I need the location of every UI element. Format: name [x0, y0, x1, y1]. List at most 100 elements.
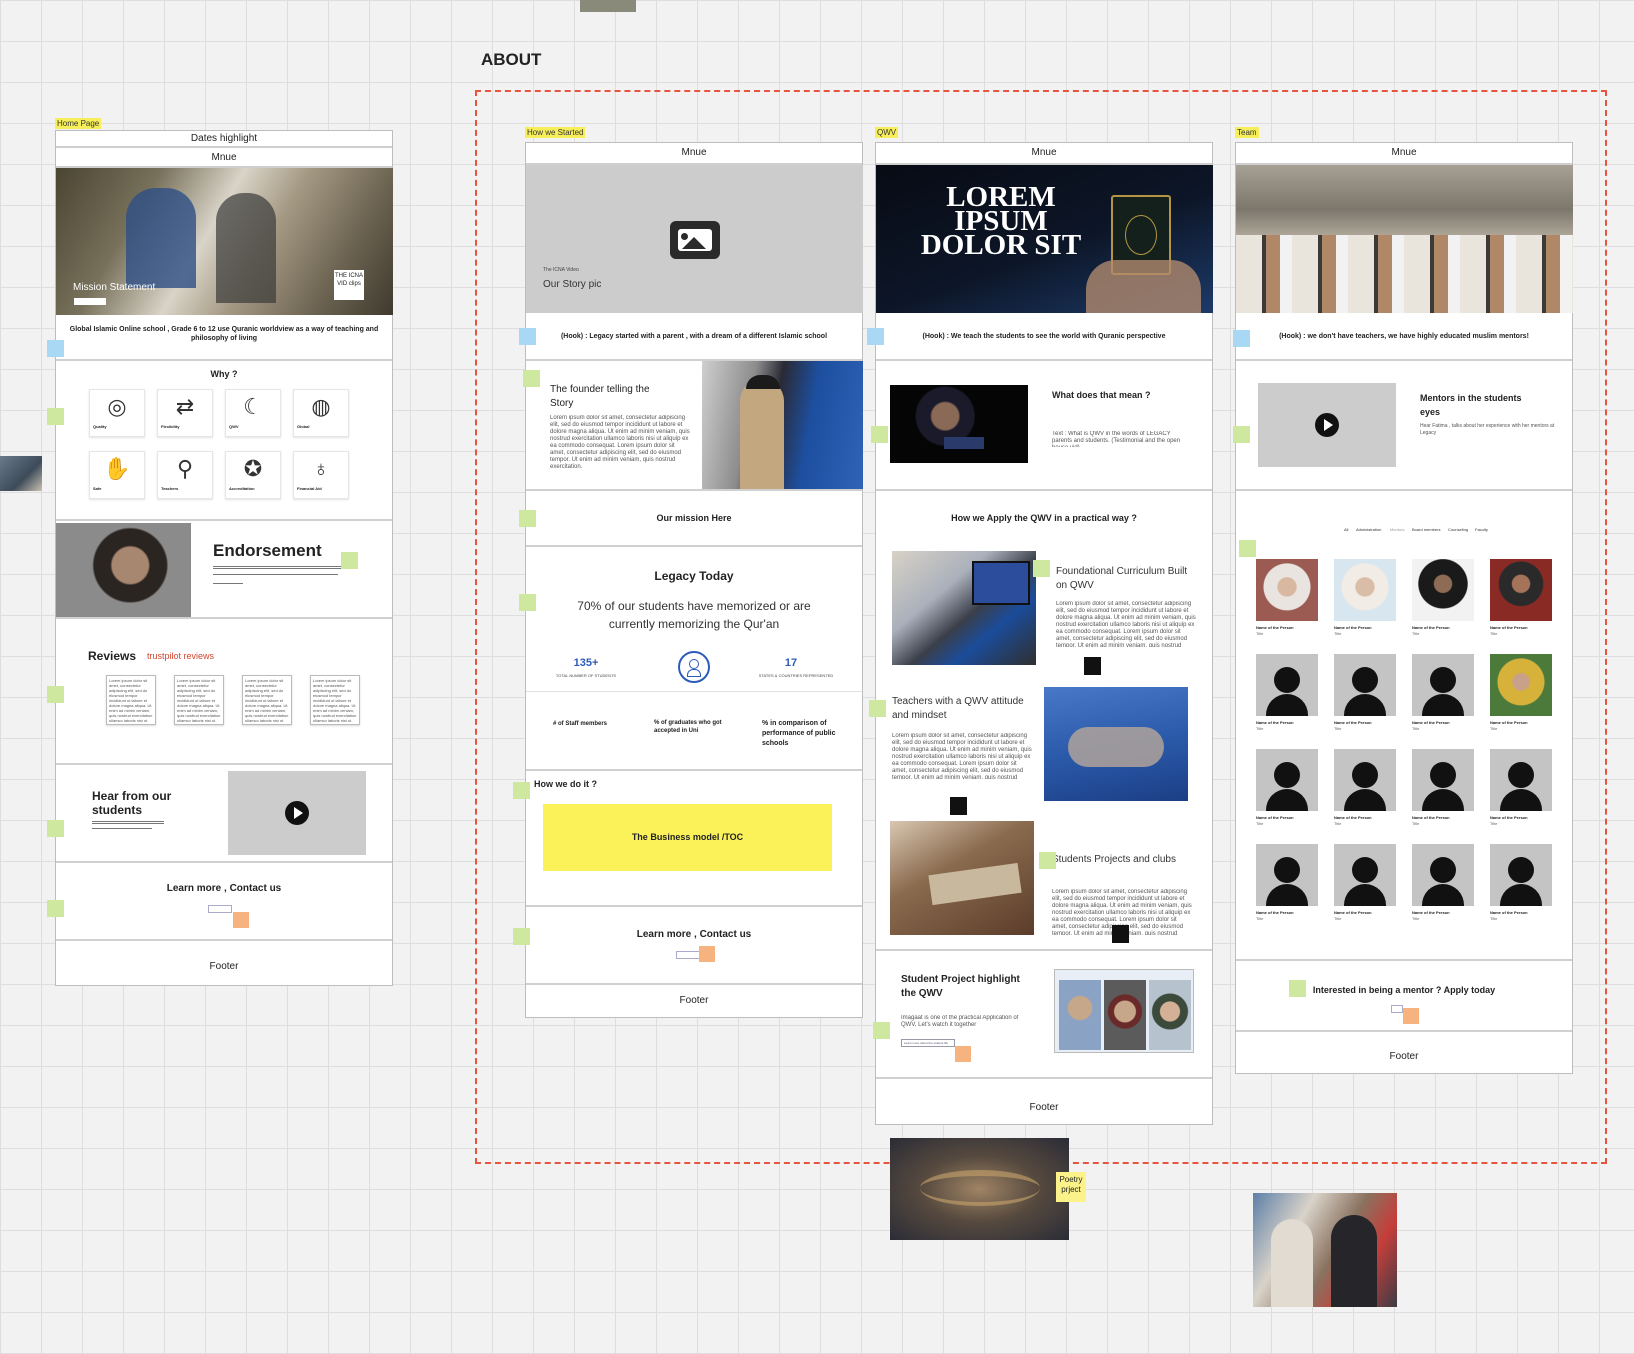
review-card[interactable]: Lorem ipsum dolor sit amet, consectetur …	[242, 675, 292, 725]
person-placeholder-icon[interactable]	[1490, 749, 1552, 811]
sticky-note[interactable]	[513, 928, 530, 945]
sticky-note[interactable]	[871, 426, 888, 443]
person-photo[interactable]	[1412, 559, 1474, 621]
feature-card[interactable]: ◍ Global	[293, 389, 349, 437]
staff-stat: # of Staff members	[553, 721, 608, 727]
people-photo[interactable]	[1253, 1193, 1397, 1307]
filter-tab[interactable]: Faculty	[1475, 527, 1488, 532]
legacy-title: Legacy Today	[654, 569, 734, 583]
review-card[interactable]: Lorem ipsum dolor sit amet, consectetur …	[310, 675, 360, 725]
person-placeholder-icon[interactable]	[1412, 844, 1474, 906]
menu-bar[interactable]: Mnue	[1236, 143, 1572, 165]
mentors-title: Mentors in the students eyes	[1420, 393, 1522, 417]
feature-card[interactable]: ⇄ Flexibility	[157, 389, 213, 437]
person-placeholder-icon[interactable]	[1334, 749, 1396, 811]
calligraphy-image[interactable]	[890, 1138, 1069, 1240]
contact-button[interactable]	[676, 951, 700, 959]
person-placeholder-icon[interactable]	[1334, 844, 1396, 906]
filter-tab[interactable]: Administration	[1356, 527, 1381, 532]
sticky-note[interactable]	[47, 340, 64, 357]
learn-more-text[interactable]: Learn more , Contact us	[526, 929, 862, 940]
foundational-body: Lorem ipsum dolor sit amet, consectetur …	[1056, 601, 1196, 647]
hear-from-students-section: Hear from our students	[56, 765, 392, 863]
cut-image[interactable]	[580, 0, 636, 12]
play-icon[interactable]	[1315, 413, 1339, 437]
filter-tab[interactable]: All	[1344, 527, 1348, 532]
sticky-note[interactable]	[873, 1022, 890, 1039]
feature-card[interactable]: ☾ QWV	[225, 389, 281, 437]
person-photo[interactable]	[1334, 559, 1396, 621]
sticky-note[interactable]	[1403, 1008, 1419, 1024]
sticky-note[interactable]	[47, 820, 64, 837]
learn-more-button[interactable]: Learn more about the student life	[901, 1039, 955, 1047]
video-placeholder[interactable]	[228, 771, 366, 855]
filter-tab[interactable]: Mentors	[1390, 527, 1404, 532]
trustpilot-link[interactable]: trustpilot reviews	[147, 651, 214, 661]
menu-bar[interactable]: Mnue	[526, 143, 862, 165]
apply-text[interactable]: Interested in being a mentor ? Apply tod…	[1236, 985, 1572, 995]
thumbnail-image[interactable]	[0, 456, 42, 491]
sticky-note[interactable]	[47, 408, 64, 425]
contact-button[interactable]	[208, 905, 232, 913]
feature-label: Accreditation	[229, 486, 255, 491]
sticky-note[interactable]	[869, 700, 886, 717]
video-call-photo[interactable]	[1054, 969, 1194, 1053]
sticky-note[interactable]	[233, 912, 249, 928]
person-photo[interactable]	[1256, 559, 1318, 621]
mentor-video-placeholder[interactable]	[1258, 383, 1396, 467]
sticky-note[interactable]	[955, 1046, 971, 1062]
sticky-note[interactable]	[1233, 426, 1250, 443]
sticky-note[interactable]	[519, 510, 536, 527]
award-icon: ✪	[243, 456, 263, 481]
sticky-note[interactable]	[1239, 540, 1256, 557]
hero-button[interactable]	[74, 298, 106, 305]
person-placeholder-icon[interactable]	[1490, 844, 1552, 906]
person-placeholder-icon[interactable]	[1256, 844, 1318, 906]
person-placeholder-icon[interactable]	[1412, 654, 1474, 716]
person-photo[interactable]	[1490, 559, 1552, 621]
menu-bar[interactable]: Mnue	[56, 148, 392, 168]
person-title: Title	[1412, 821, 1420, 826]
hand-moon-icon: ☾	[243, 394, 263, 419]
review-card[interactable]: Lorem ipsum dolor sit amet, consectetur …	[106, 675, 156, 725]
filter-tab[interactable]: Board members	[1412, 527, 1440, 532]
sticky-note[interactable]	[1233, 330, 1250, 347]
poetry-sticky[interactable]: Poetry prject	[1056, 1172, 1086, 1202]
sticky-note[interactable]	[47, 686, 64, 703]
feature-card[interactable]: ✋ Safe	[89, 451, 145, 499]
sticky-note[interactable]	[1033, 560, 1050, 577]
filter-tab[interactable]: Counseling	[1448, 527, 1468, 532]
person-photo[interactable]	[1490, 654, 1552, 716]
sticky-note[interactable]	[341, 552, 358, 569]
sticky-note[interactable]	[1039, 852, 1056, 869]
play-icon[interactable]	[285, 801, 309, 825]
apply-button[interactable]	[1391, 1005, 1403, 1013]
sticky-note[interactable]	[519, 594, 536, 611]
learn-more-text[interactable]: Learn more , Contact us	[56, 883, 392, 894]
sticky-note[interactable]	[523, 370, 540, 387]
person-placeholder-icon[interactable]	[1334, 654, 1396, 716]
qwv-frame: Mnue LOREM IPSUM DOLOR SIT (Hook) : We t…	[875, 142, 1213, 1125]
sticky-note[interactable]	[867, 328, 884, 345]
testimonial-video[interactable]	[890, 385, 1028, 463]
feature-card[interactable]: ♁ Financial Aid	[293, 451, 349, 499]
safe-hands-icon: ✋	[103, 456, 131, 481]
person-placeholder-icon[interactable]	[1412, 749, 1474, 811]
feature-card[interactable]: ✪ Accreditation	[225, 451, 281, 499]
person-title: Title	[1256, 821, 1264, 826]
footer: Footer	[1389, 1051, 1419, 1062]
review-card[interactable]: Lorem ipsum dolor sit amet, consectetur …	[174, 675, 224, 725]
sticky-note[interactable]	[1289, 980, 1306, 997]
feature-card[interactable]: ◎ Quality	[89, 389, 145, 437]
person-title: Title	[1256, 726, 1264, 731]
sticky-note[interactable]	[513, 782, 530, 799]
sticky-note[interactable]	[699, 946, 715, 962]
teacher-icon: ⚲	[176, 456, 194, 481]
menu-bar[interactable]: Mnue	[876, 143, 1212, 165]
sticky-note[interactable]	[47, 900, 64, 917]
feature-card[interactable]: ⚲ Teachers	[157, 451, 213, 499]
person-placeholder-icon[interactable]	[1256, 749, 1318, 811]
sticky-note[interactable]	[519, 328, 536, 345]
business-model-card[interactable]: The Business model /TOC	[543, 804, 832, 871]
person-placeholder-icon[interactable]	[1256, 654, 1318, 716]
